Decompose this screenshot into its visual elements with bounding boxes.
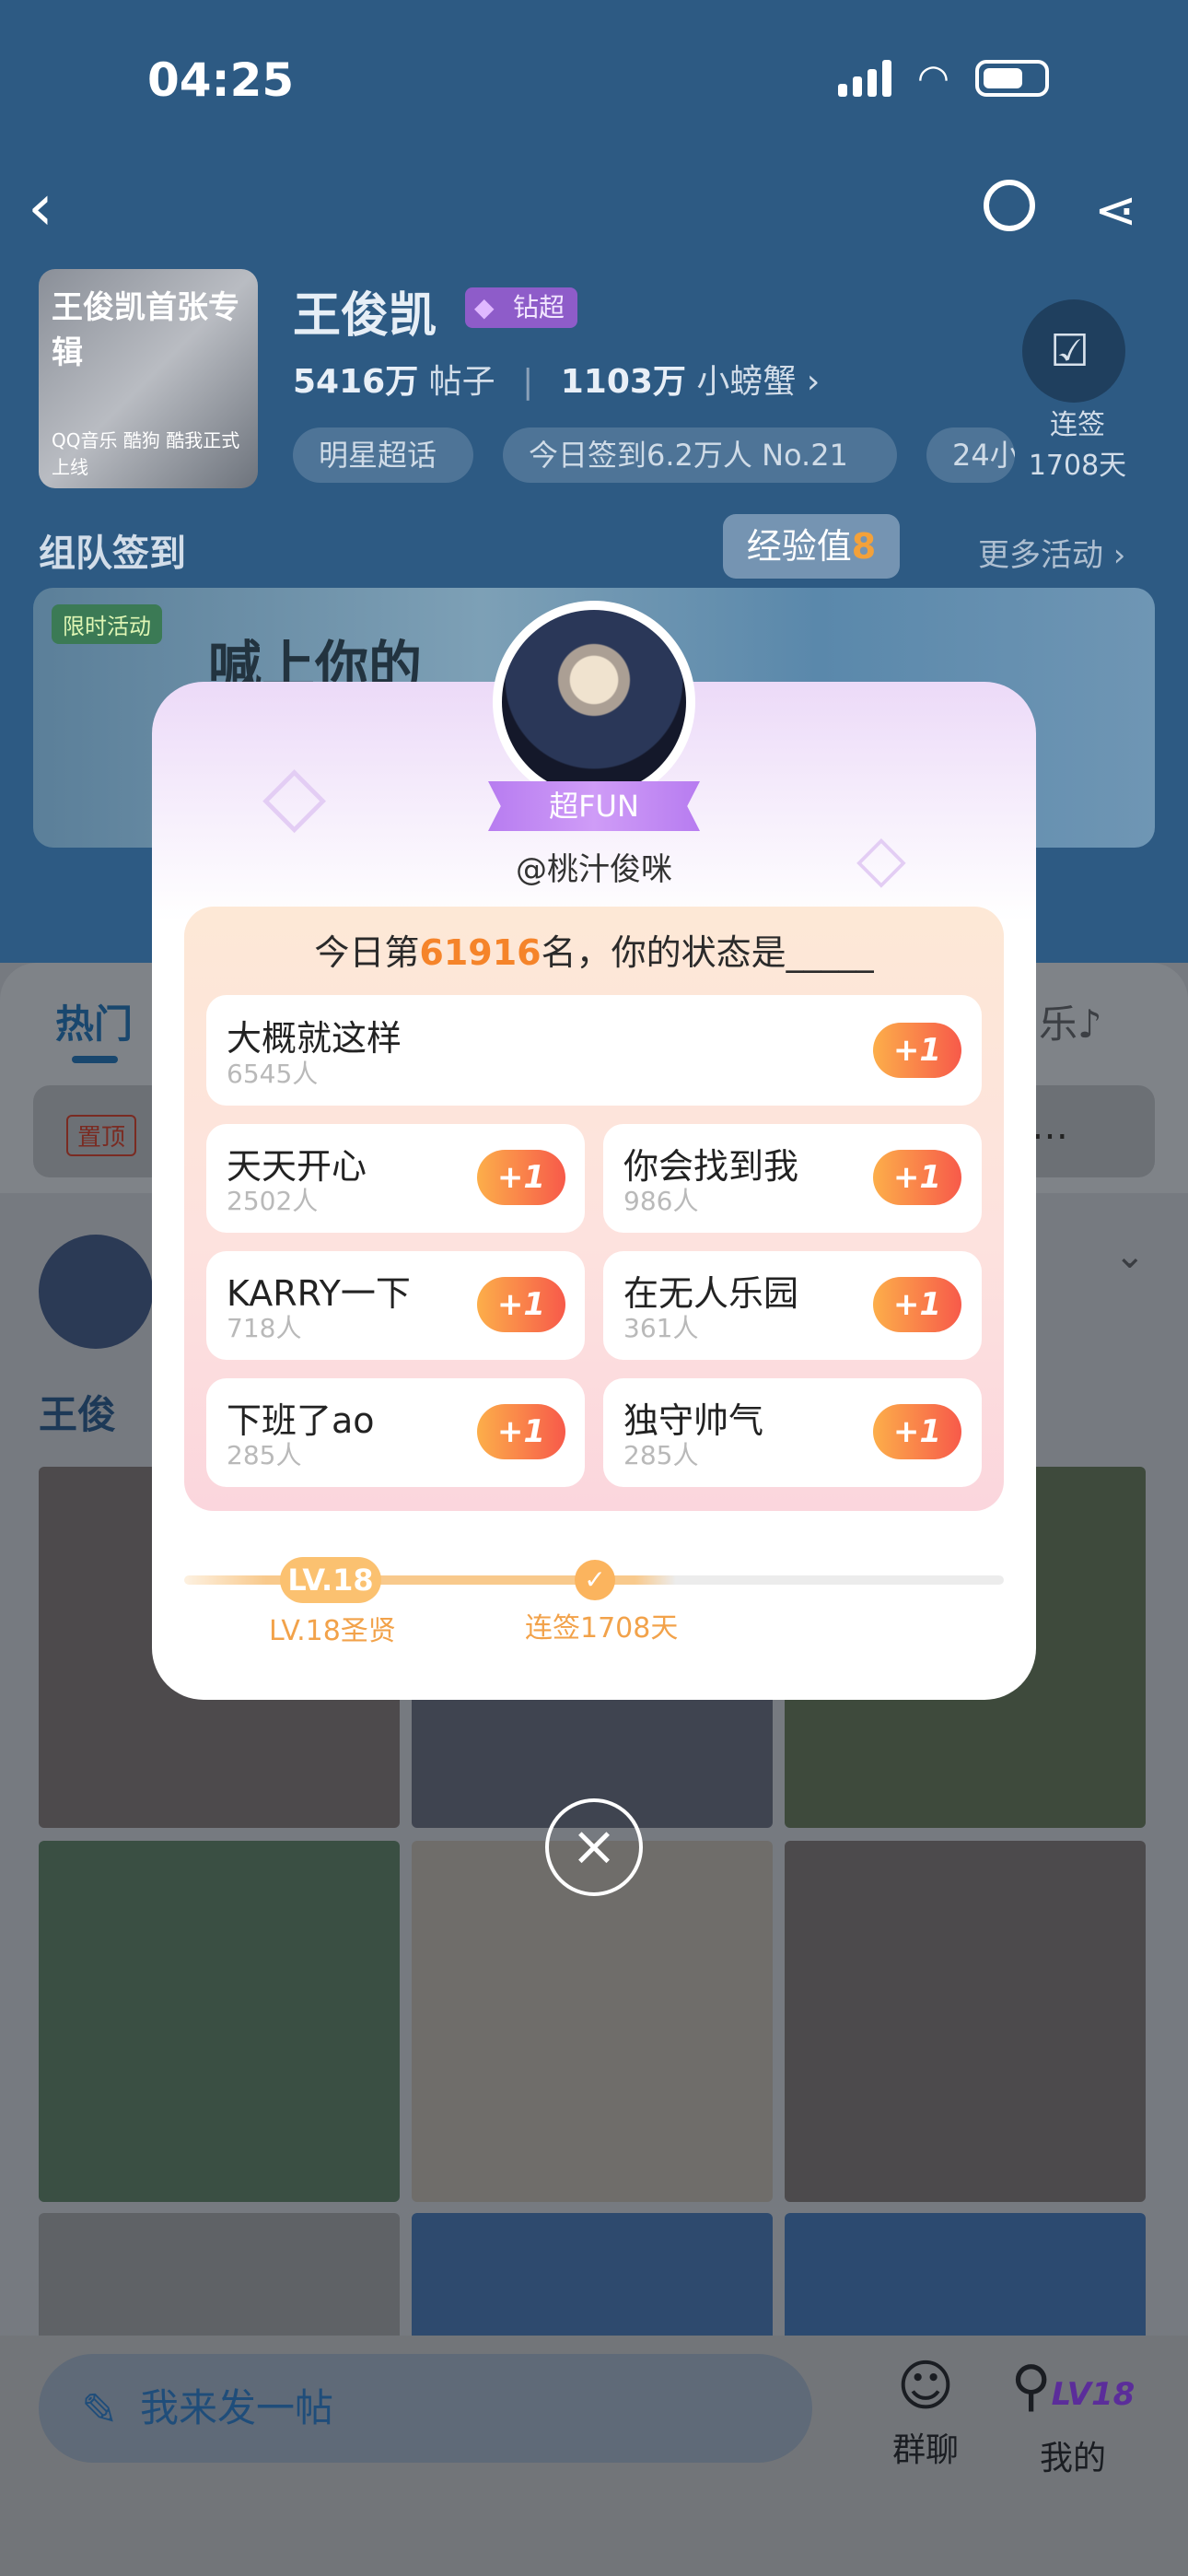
tab-hot[interactable]: 热门 [55,993,133,1049]
sign-label: 连签 [1050,409,1105,441]
more-activity-label: 更多活动 [978,537,1103,574]
tab-music[interactable]: 乐♪ [1039,993,1102,1049]
vote-title: 今日第61916名，你的状态是_____ [184,924,1004,975]
streak-label: 连签1708天 [525,1612,679,1645]
photo-thumb[interactable] [39,1841,400,2202]
wifi-icon: ◠ [917,57,949,100]
cover-title: 王俊凯首张专辑 [52,289,239,371]
calendar-check-icon: ☑ [1050,325,1090,377]
plus-one-button[interactable]: +1 [477,1404,565,1459]
photo-thumb[interactable] [412,2213,773,2342]
exp-value: 8 [851,526,877,567]
search-icon[interactable] [984,180,1035,231]
sign-info: 连签 1708天 [1013,405,1142,486]
level-tag: LV18 [1051,2376,1136,2413]
photo-thumb[interactable] [785,1841,1146,2202]
option-count: 361人 [623,1313,699,1343]
badge-label: 钻超 [513,292,565,322]
pin-tag: 置顶 [66,1115,137,1156]
status-time: 04:25 [147,53,295,107]
level-label: LV.18圣贤 [269,1615,396,1647]
pen-icon: ✎ [81,2384,119,2436]
sign-button[interactable]: ☑ [1022,299,1125,403]
option-count: 718人 [227,1313,302,1343]
album-cover[interactable]: 王俊凯首张专辑 QQ音乐 酷狗 酷我正式上线 [39,269,258,488]
plus-one-button[interactable]: +1 [873,1277,961,1332]
option-count: 2502人 [227,1186,319,1216]
more-icon[interactable]: … [1031,1106,1068,1148]
fans-link[interactable]: 小螃蟹 [696,363,796,401]
post-input[interactable]: 我来发一帖 [39,2354,812,2463]
plus-one-button[interactable]: +1 [873,1150,961,1205]
fans-count: 1103万 [560,363,686,401]
team-sign-title: 组队签到 [39,533,186,575]
poster-name[interactable]: 王俊 [39,1384,116,1440]
plus-one-button[interactable]: +1 [873,1023,961,1078]
check-icon: ✓ [575,1560,615,1600]
banner-badge: 限时活动 [52,604,162,644]
signal-icon [838,60,891,97]
exp-label: 经验值 [746,526,852,567]
group-chat-icon: ☺ [896,2354,955,2418]
photo-thumb[interactable] [39,2213,400,2342]
option-count: 986人 [623,1186,699,1216]
diamond-badge[interactable]: ◆ 钻超 [465,287,578,328]
vote-title-prefix: 今日第 [314,932,420,973]
group-chat-label: 群聊 [891,2431,959,2469]
posts-label: 帖子 [428,363,495,401]
user-handle: @桃汁俊咪 [516,851,672,888]
diamond-deco-icon: ◇ [262,746,327,843]
tag-pill[interactable]: 今日签到6.2万人 No.21 [503,427,897,483]
tab-indicator [72,1056,118,1063]
stats-row: 5416万 帖子 | 1103万 小螃蟹 › [293,363,821,401]
tag-pill[interactable]: 明星超话 [293,427,473,483]
option-count: 6545人 [227,1059,319,1089]
tag-pill[interactable]: 24小 [926,427,1015,483]
plus-one-button[interactable]: +1 [873,1404,961,1459]
chevron-right-icon: › [796,363,821,401]
close-icon[interactable]: × [545,1798,643,1896]
chevron-down-icon[interactable]: ⌄ [1114,1235,1146,1277]
status-icons: ◠ [838,57,1049,100]
user-avatar[interactable] [502,610,686,794]
option-label: 大概就这样 [227,1018,402,1059]
star-name: 王俊凯 [293,288,437,344]
mine-label: 我的 [1039,2440,1106,2477]
group-chat-button[interactable]: ☺ 群聊 [861,2349,990,2471]
rank-number: 61916 [419,932,542,973]
battery-icon [974,60,1049,97]
plus-one-button[interactable]: +1 [477,1277,565,1332]
plus-one-button[interactable]: +1 [477,1150,565,1205]
option-count: 285人 [623,1440,699,1470]
option-count: 285人 [227,1440,302,1470]
user-icon: ⚲LV18 [1010,2354,1136,2418]
exp-pill[interactable]: 经验值8 [723,514,900,579]
diamond-icon: ◆ [474,292,495,322]
posts-count: 5416万 [293,363,419,401]
mine-button[interactable]: ⚲LV18 我的 [1008,2349,1137,2479]
share-icon[interactable]: ⋖ [1094,181,1137,240]
sign-days: 1708天 [1028,450,1127,482]
photo-thumb[interactable] [785,2213,1146,2342]
chevron-right-icon: › [1103,537,1126,574]
back-icon[interactable]: ‹ [28,175,53,240]
fun-ribbon: 超FUN [488,781,700,831]
poster-avatar[interactable] [39,1235,153,1349]
more-activity-link[interactable]: 更多活动 › [978,530,1125,575]
vote-title-suffix: 名，你的状态是_____ [541,932,874,973]
level-pill: LV.18 [280,1557,381,1603]
cover-subtitle: QQ音乐 酷狗 酷我正式上线 [52,429,240,478]
